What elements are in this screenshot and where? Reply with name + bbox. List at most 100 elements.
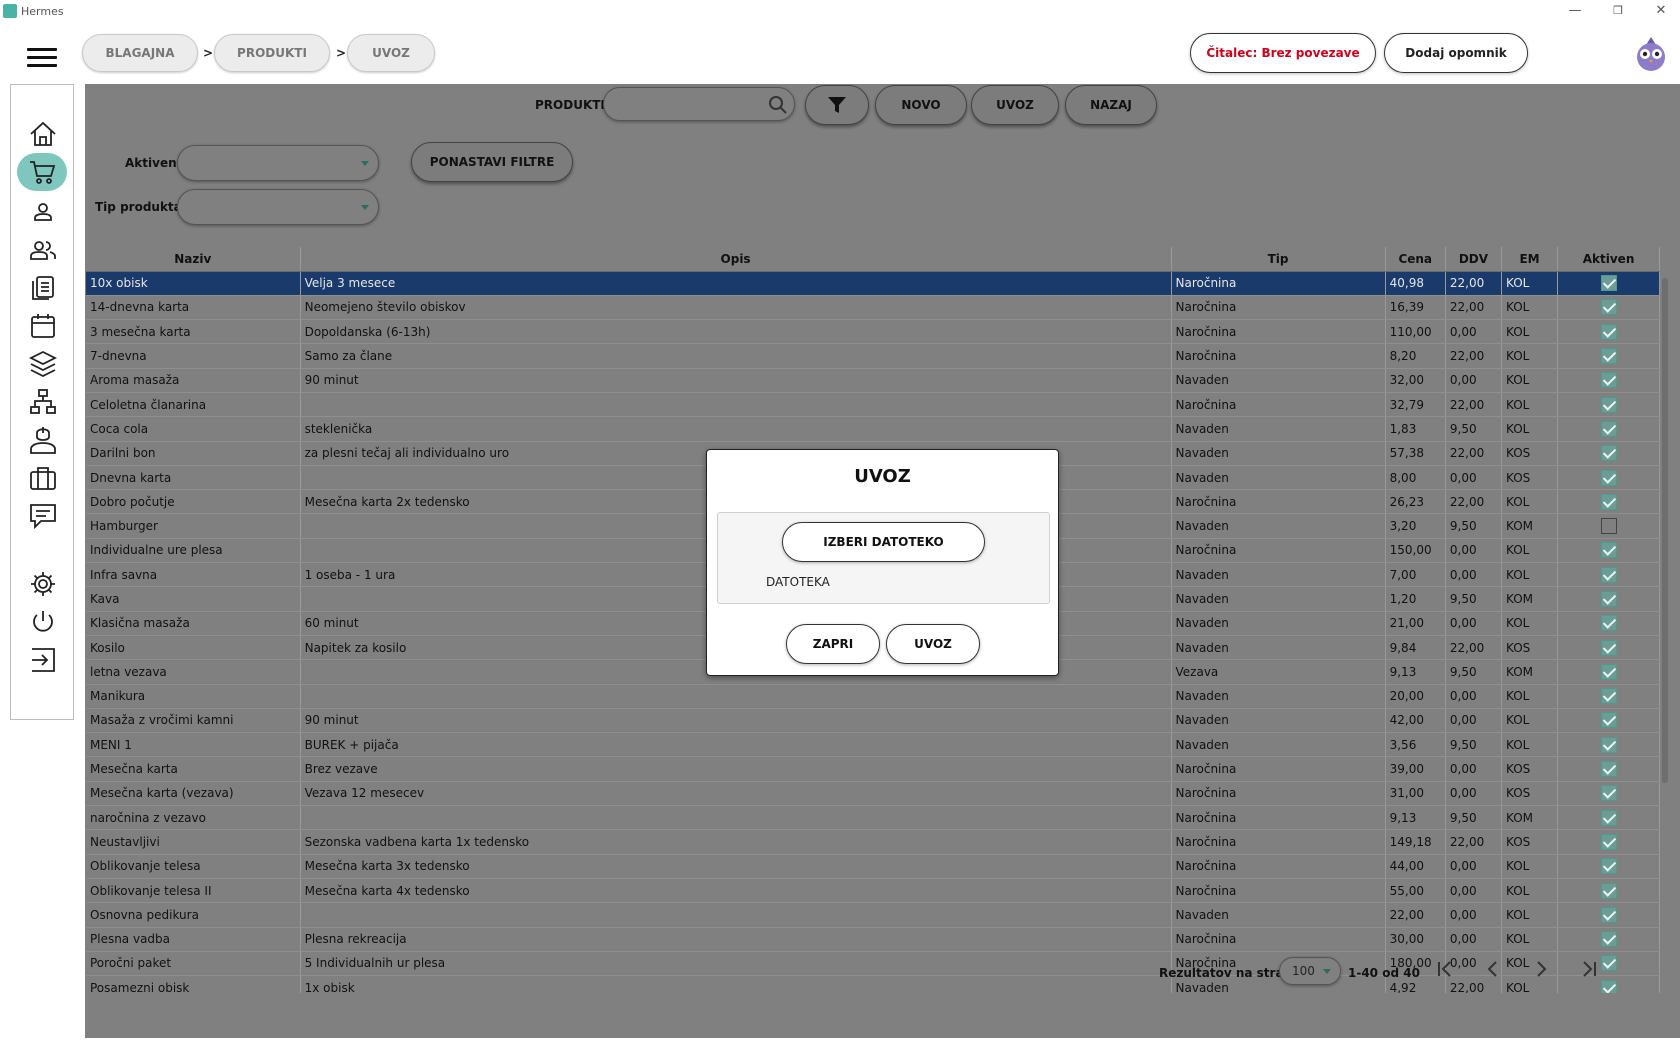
new-button[interactable]: NOVO	[875, 85, 967, 125]
gear-icon[interactable]	[28, 569, 58, 599]
next-page-icon[interactable]	[1526, 955, 1556, 983]
table-row[interactable]: Aroma masaža 90 minut Navaden 32,00 0,00 KOL	[86, 368, 1660, 393]
table-row[interactable]: Posamezni obisk 1x obisk Navaden 4,92 22,00 K…	[86, 975, 1660, 993]
type-filter-select[interactable]	[177, 189, 379, 225]
documents-icon[interactable]	[28, 273, 58, 303]
table-row[interactable]: Manikura Navaden 20,00 0,00 KOL	[86, 684, 1660, 709]
table-row[interactable]: naročnina z vezavo Naročnina 9,13 9,50 KOM	[86, 805, 1660, 831]
prev-page-icon[interactable]	[1478, 955, 1508, 983]
table-row[interactable]: Neustavljivi Sezonska vadbena karta 1x te…	[86, 829, 1660, 855]
cart-icon[interactable]	[17, 153, 67, 191]
scrollbar-thumb[interactable]	[1662, 278, 1668, 783]
instructor-icon[interactable]	[28, 425, 58, 455]
active-checkbox[interactable]	[1600, 761, 1617, 778]
active-checkbox[interactable]	[1600, 712, 1617, 729]
table-row[interactable]: Masaža z vročimi kamni 90 minut Navaden 42,…	[86, 708, 1660, 734]
filter-button[interactable]	[805, 85, 869, 125]
table-row[interactable]: Coca cola steklenička Navaden 1,83 9,50 KOL	[86, 416, 1660, 442]
active-checkbox[interactable]	[1600, 299, 1617, 316]
table-row[interactable]: 14-dnevna karta Neomejeno število obiskov…	[86, 295, 1660, 321]
active-checkbox[interactable]	[1600, 566, 1617, 583]
active-checkbox[interactable]	[1600, 420, 1617, 437]
first-page-icon[interactable]	[1430, 955, 1460, 983]
active-checkbox[interactable]	[1600, 615, 1617, 632]
power-icon[interactable]	[28, 607, 58, 637]
active-checkbox[interactable]	[1600, 663, 1617, 680]
table-row[interactable]: Celoletna članarina Naročnina 32,79 22,00 KO…	[86, 392, 1660, 418]
table-row[interactable]: Oblikovanje telesa Mesečna karta 3x teden…	[86, 854, 1660, 879]
back-button[interactable]: NAZAJ	[1065, 85, 1157, 125]
table-row[interactable]: MENI 1 BUREK + pijača Navaden 3,56 9,50 KOL	[86, 732, 1660, 758]
close-button[interactable]: ✕	[1641, 0, 1680, 22]
table-row[interactable]: Mesečna karta (vezava) Vezava 12 mesecev N…	[86, 781, 1660, 807]
column-header-ddv[interactable]: DDV	[1445, 247, 1502, 272]
active-checkbox[interactable]	[1600, 591, 1617, 607]
active-checkbox[interactable]	[1600, 348, 1617, 365]
column-header-tip[interactable]: Tip	[1171, 247, 1386, 272]
cell-em: KOL	[1501, 732, 1559, 758]
restore-button[interactable]: ❐	[1598, 0, 1638, 22]
active-checkbox[interactable]	[1600, 639, 1617, 656]
active-filter-select[interactable]	[177, 145, 379, 181]
table-row[interactable]: Mesečna karta Brez vezave Naročnina 39,00 0,…	[86, 756, 1660, 782]
import-button[interactable]: UVOZ	[971, 85, 1059, 125]
reader-status-button[interactable]: Čitalec: Brez povezave	[1190, 33, 1376, 73]
column-header-opis[interactable]: Opis	[300, 247, 1172, 272]
confirm-import-button[interactable]: UVOZ	[886, 624, 980, 664]
table-row[interactable]: Poročni paket 5 Individualnih ur plesa Nar…	[86, 951, 1660, 977]
active-checkbox[interactable]	[1600, 688, 1617, 705]
active-checkbox[interactable]	[1600, 493, 1617, 510]
active-checkbox[interactable]	[1600, 275, 1617, 292]
active-checkbox[interactable]	[1600, 906, 1617, 923]
active-checkbox[interactable]	[1600, 931, 1617, 948]
users-icon[interactable]	[28, 235, 58, 265]
active-checkbox[interactable]	[1600, 858, 1617, 875]
avatar[interactable]	[1634, 35, 1668, 73]
active-checkbox[interactable]	[1600, 469, 1617, 486]
active-checkbox[interactable]	[1600, 323, 1617, 340]
column-header-naziv[interactable]: Naziv	[86, 247, 301, 272]
layers-icon[interactable]	[28, 349, 58, 379]
active-checkbox[interactable]	[1600, 882, 1617, 899]
active-checkbox[interactable]	[1600, 736, 1617, 753]
table-row[interactable]: Oblikovanje telesa II Mesečna karta 4x te…	[86, 878, 1660, 904]
table-row[interactable]: 10x obisk Velja 3 mesece Naročnina 40,98 22,…	[86, 271, 1660, 296]
reset-filters-button[interactable]: PONASTAVI FILTRE	[411, 142, 573, 182]
breadcrumb-item-blagajna[interactable]: BLAGAJNA	[82, 34, 198, 72]
search-input[interactable]	[603, 87, 795, 121]
menu-icon[interactable]	[27, 48, 57, 68]
table-row[interactable]: 3 mesečna karta Dopoldanska (6-13h) Naročn…	[86, 319, 1660, 345]
vertical-scrollbar[interactable]	[1660, 270, 1670, 990]
table-row[interactable]: 7-dnevna Samo za člane Naročnina 8,20 22,00 K…	[86, 343, 1660, 369]
user-icon[interactable]	[28, 197, 58, 227]
choose-file-button[interactable]: IZBERI DATOTEKO	[782, 522, 985, 562]
active-checkbox[interactable]	[1600, 785, 1617, 802]
close-dialog-button[interactable]: ZAPRI	[786, 624, 880, 664]
briefcase-icon[interactable]	[28, 463, 58, 493]
column-header-cena[interactable]: Cena	[1385, 247, 1446, 272]
breadcrumb-item-uvoz[interactable]: UVOZ	[347, 34, 435, 72]
add-reminder-button[interactable]: Dodaj opomnik	[1384, 33, 1528, 73]
active-checkbox[interactable]	[1600, 518, 1617, 535]
logout-icon[interactable]	[28, 645, 58, 675]
breadcrumb-item-produkti[interactable]: PRODUKTI	[214, 34, 330, 72]
per-page-select[interactable]: 100	[1279, 957, 1341, 985]
active-checkbox[interactable]	[1600, 542, 1617, 559]
table-row[interactable]: Osnovna pedikura Navaden 22,00 0,00 KOL	[86, 902, 1660, 928]
calendar-icon[interactable]	[28, 311, 58, 341]
minimize-button[interactable]: —	[1555, 0, 1595, 22]
active-checkbox[interactable]	[1600, 372, 1617, 389]
network-icon[interactable]	[28, 387, 58, 417]
table-row[interactable]: Plesna vadba Plesna rekreacija Naročnina 30…	[86, 927, 1660, 952]
active-checkbox[interactable]	[1600, 833, 1617, 850]
active-checkbox[interactable]	[1600, 445, 1617, 462]
active-checkbox[interactable]	[1600, 809, 1617, 826]
last-page-icon[interactable]	[1574, 955, 1604, 983]
message-icon[interactable]	[28, 501, 58, 531]
cell-tip: Naročnina	[1171, 392, 1386, 418]
column-header-aktiven[interactable]: Aktiven	[1557, 247, 1660, 272]
active-checkbox[interactable]	[1600, 396, 1617, 413]
column-header-em[interactable]: EM	[1501, 247, 1559, 272]
home-icon[interactable]	[28, 119, 58, 149]
search-icon[interactable]	[768, 95, 788, 118]
